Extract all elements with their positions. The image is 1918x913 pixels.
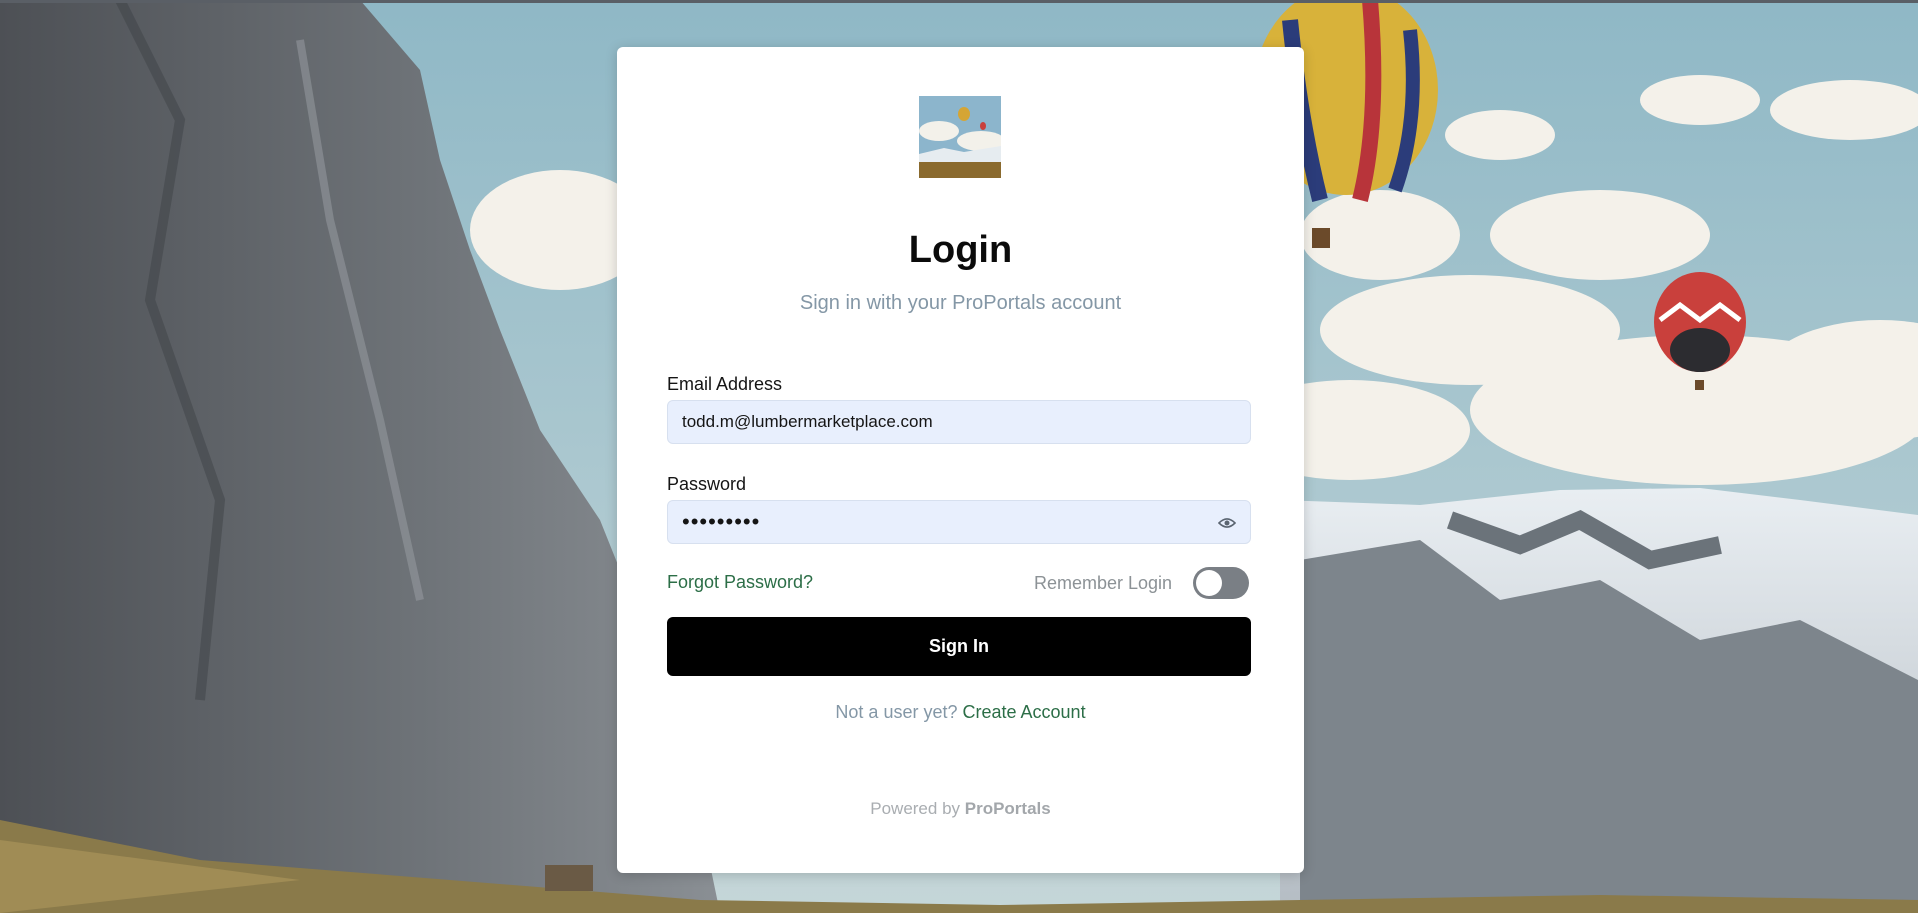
forgot-password-link[interactable]: Forgot Password? <box>667 571 813 593</box>
toggle-knob <box>1196 570 1222 596</box>
login-card: Login Sign in with your ProPortals accou… <box>617 47 1304 873</box>
powered-by-brand: ProPortals <box>964 799 1051 818</box>
remember-login-label: Remember Login <box>1034 573 1173 593</box>
powered-by-prefix: Powered by <box>870 799 965 818</box>
password-field-container <box>667 500 1251 544</box>
password-label: Password <box>667 474 747 494</box>
page-title: Login <box>908 229 1013 271</box>
page-subtitle: Sign in with your ProPortals account <box>799 292 1122 314</box>
email-field[interactable] <box>682 401 1202 443</box>
email-field-container <box>667 400 1251 444</box>
sign-in-button[interactable]: Sign In <box>667 617 1251 676</box>
signup-prompt-text: Not a user yet? <box>835 702 963 722</box>
app-logo <box>919 96 1001 178</box>
browser-top-strip <box>0 0 1918 3</box>
remember-login-toggle[interactable] <box>1193 567 1249 599</box>
email-label: Email Address <box>667 374 783 394</box>
powered-by: Powered by ProPortals <box>617 798 1304 820</box>
signup-prompt: Not a user yet? Create Account <box>617 701 1304 723</box>
password-field[interactable] <box>682 501 1202 543</box>
eye-icon[interactable] <box>1217 514 1237 532</box>
create-account-link[interactable]: Create Account <box>963 702 1086 722</box>
